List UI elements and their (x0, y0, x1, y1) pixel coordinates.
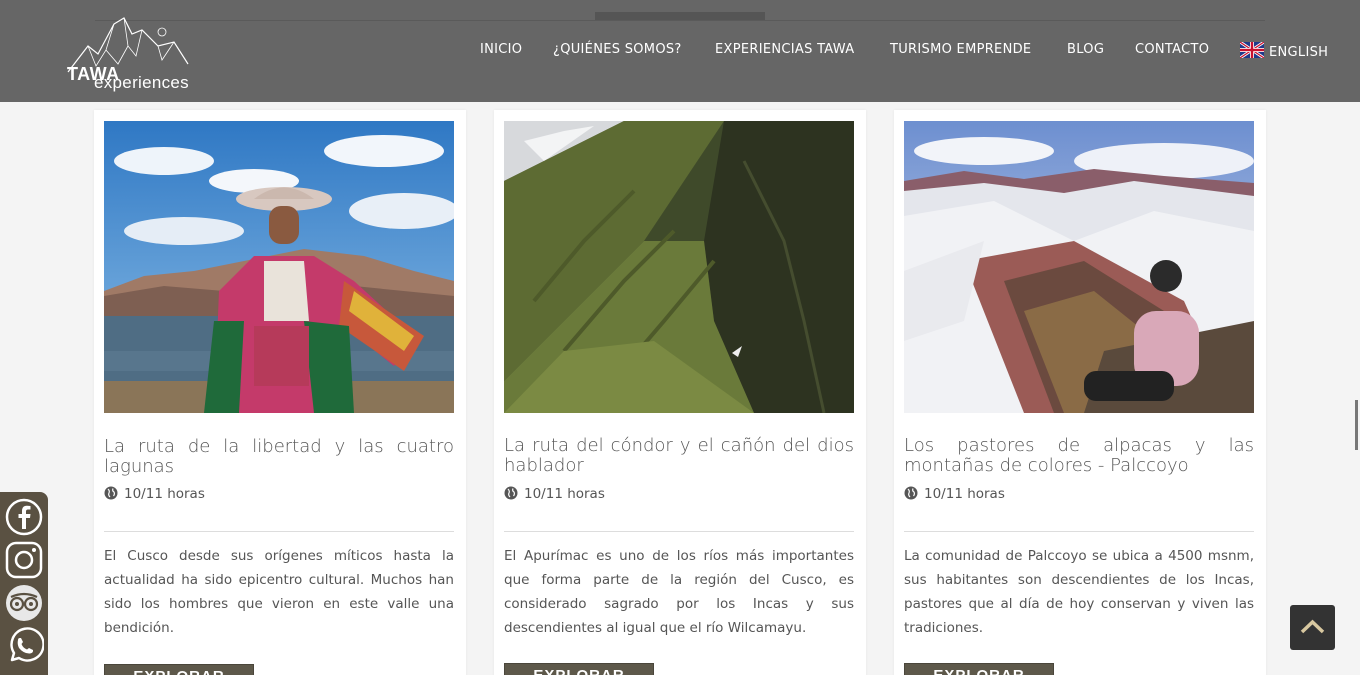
nav-contacto[interactable]: CONTACTO (1135, 42, 1209, 57)
card-duration: 10/11 horas (104, 486, 205, 502)
experience-card: La ruta del cóndor y el cañón del dios h… (494, 110, 866, 675)
nav-blog[interactable]: BLOG (1067, 42, 1104, 57)
chevron-up-icon (1300, 619, 1325, 634)
social-sidebar (0, 492, 48, 675)
card-duration-text: 10/11 horas (524, 486, 605, 502)
card-photo-canyon[interactable] (504, 121, 854, 413)
nav-experiencias[interactable]: EXPERIENCIAS TAWA (715, 42, 854, 57)
card-title[interactable]: La ruta de la libertad y las cuatro lagu… (104, 437, 454, 477)
nav-quienes-somos[interactable]: ¿QUIÉNES SOMOS? (553, 42, 682, 57)
nav-inicio[interactable]: INICIO (480, 42, 522, 57)
scroll-indicator (1355, 400, 1358, 450)
explore-button[interactable]: EXPLORAR (104, 664, 254, 675)
experience-card: Los pastores de alpacas y las montañas d… (894, 110, 1266, 675)
card-title[interactable]: Los pastores de alpacas y las montañas d… (904, 436, 1254, 476)
nav-turismo-emprende[interactable]: TURISMO EMPRENDE (890, 42, 1031, 57)
card-duration: 10/11 horas (904, 486, 1005, 502)
card-duration-text: 10/11 horas (124, 486, 205, 502)
card-divider (504, 531, 854, 532)
experience-card: La ruta de la libertad y las cuatro lagu… (94, 110, 466, 675)
nav-english[interactable]: ENGLISH (1240, 42, 1328, 60)
site-header: TAWA experiences INICIO ¿QUIÉNES SOMOS? … (0, 0, 1360, 102)
back-to-top-button[interactable] (1290, 605, 1335, 650)
header-top-bar (595, 12, 765, 20)
woman-lake-image (104, 121, 454, 413)
facebook-icon[interactable] (4, 497, 44, 537)
card-divider (104, 531, 454, 532)
card-photo-rainbow-mountains[interactable] (904, 121, 1254, 413)
whatsapp-icon[interactable] (4, 626, 44, 666)
card-divider (904, 531, 1254, 532)
card-description: La comunidad de Palccoyo se ubica a 4500… (904, 548, 1254, 636)
logo-subtitle: experiences (94, 73, 189, 92)
canyon-image (504, 121, 854, 413)
globe-icon (904, 486, 918, 500)
main-nav: INICIO ¿QUIÉNES SOMOS? EXPERIENCIAS TAWA… (0, 42, 1360, 60)
uk-flag-icon (1240, 42, 1264, 58)
explore-button[interactable]: EXPLORAR (504, 663, 654, 675)
header-top-line (95, 20, 1265, 21)
globe-icon (504, 486, 518, 500)
nav-english-label: ENGLISH (1269, 45, 1329, 60)
card-description: El Cusco desde sus orígenes míticos hast… (104, 548, 454, 636)
globe-icon (104, 486, 118, 500)
tripadvisor-icon[interactable] (4, 583, 44, 623)
rainbow-mountains-image (904, 121, 1254, 413)
card-duration: 10/11 horas (504, 486, 605, 502)
card-photo-woman-lake[interactable] (104, 121, 454, 413)
card-duration-text: 10/11 horas (924, 486, 1005, 502)
instagram-icon[interactable] (4, 540, 44, 580)
card-title[interactable]: La ruta del cóndor y el cañón del dios h… (504, 436, 854, 476)
card-description: El Apurímac es uno de los ríos más impor… (504, 548, 854, 636)
explore-button[interactable]: EXPLORAR (904, 663, 1054, 675)
